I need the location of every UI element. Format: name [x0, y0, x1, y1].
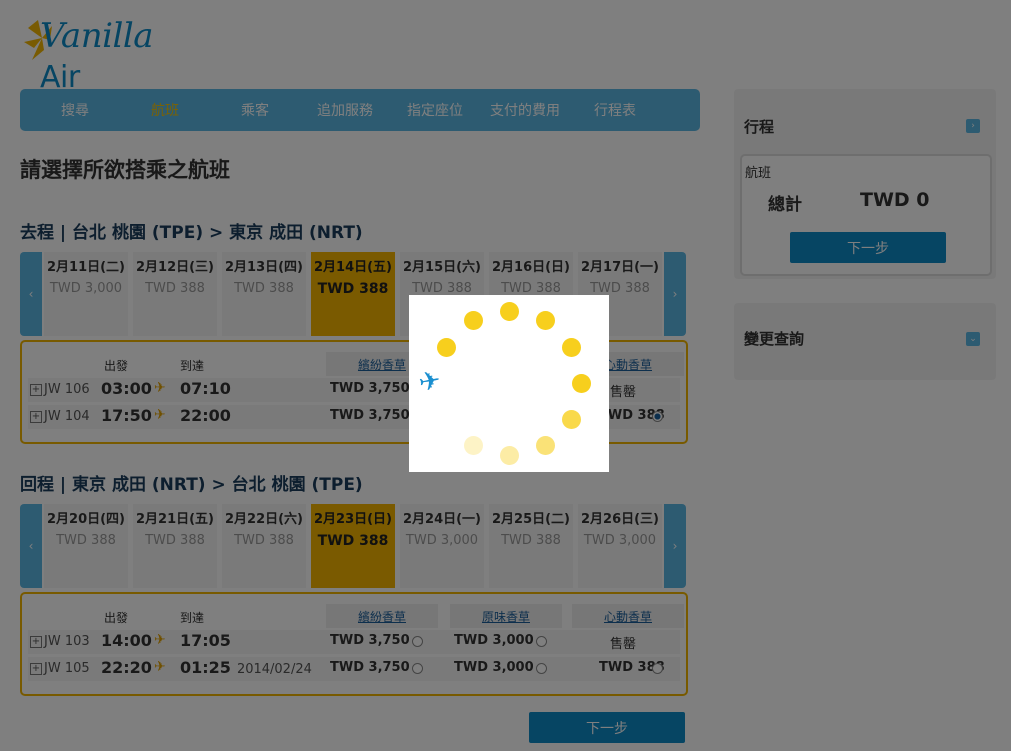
- spinner-dot: [561, 337, 581, 357]
- spinner-dot: [437, 337, 457, 357]
- spinner-dot: [463, 435, 483, 455]
- spinner-dot: [499, 301, 519, 321]
- spinner-dot: [535, 435, 555, 455]
- plane-icon: ✈: [416, 365, 444, 399]
- spinner-dot: [535, 311, 555, 331]
- loading-spinner: ✈: [409, 295, 609, 472]
- spinner-dot: [561, 409, 581, 429]
- spinner-dot: [499, 445, 519, 465]
- spinner-dot: [571, 373, 591, 393]
- spinner-dot: [463, 311, 483, 331]
